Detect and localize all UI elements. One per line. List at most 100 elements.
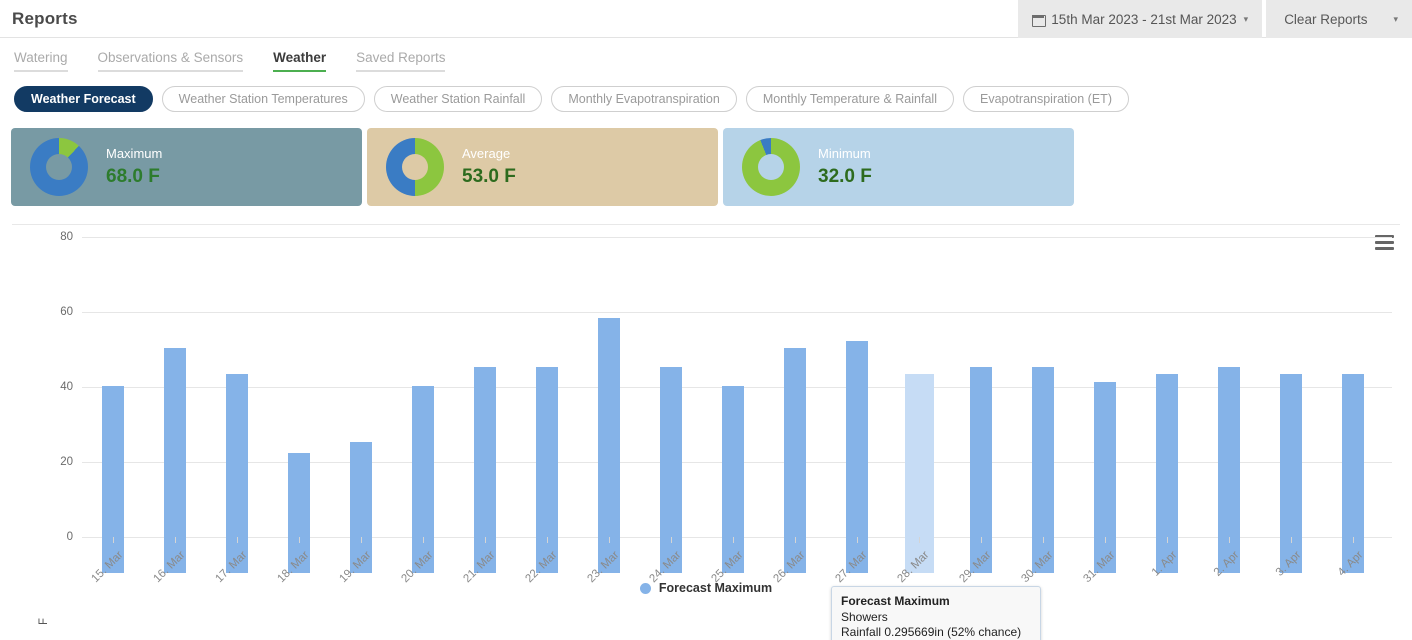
- summary-card-minimum: Minimum 32.0 F: [723, 128, 1074, 206]
- bar-column[interactable]: [888, 273, 950, 573]
- legend-label: Forecast Maximum: [658, 581, 773, 595]
- bar[interactable]: [1156, 374, 1178, 573]
- y-axis-tick-label: 80: [60, 231, 73, 243]
- donut-chart-minimum: [742, 138, 800, 196]
- date-range-label: 15th Mar 2023 - 21st Mar 2023: [1051, 11, 1237, 27]
- summary-card-label: Minimum: [818, 146, 871, 161]
- x-axis-tick: [795, 537, 796, 543]
- bar[interactable]: [598, 318, 620, 573]
- x-axis-tick: [919, 537, 920, 543]
- bar[interactable]: [102, 385, 124, 573]
- x-axis-tick: [175, 537, 176, 543]
- x-axis-tick: [113, 537, 114, 543]
- chevron-down-icon: ▾: [1393, 13, 1398, 24]
- summary-card-label: Average: [462, 146, 511, 161]
- bar-column[interactable]: [1198, 273, 1260, 573]
- summary-card-value: 32.0 F: [818, 166, 872, 187]
- tab-saved-reports[interactable]: Saved Reports: [356, 50, 446, 72]
- tab-weather[interactable]: Weather: [273, 50, 327, 72]
- x-axis-tick: [423, 537, 424, 543]
- x-axis-tick: [1043, 537, 1044, 543]
- x-axis-tick: [857, 537, 858, 543]
- bar-column[interactable]: [516, 273, 578, 573]
- bar-column[interactable]: [764, 273, 826, 573]
- bar-column[interactable]: [1322, 273, 1384, 573]
- x-axis-tick: [671, 537, 672, 543]
- chart-tooltip: Forecast Maximum Showers Rainfall 0.29566…: [831, 586, 1041, 640]
- y-axis-tick-label: 20: [60, 456, 73, 468]
- x-axis-tick: [299, 537, 300, 543]
- summary-card-value: 53.0 F: [462, 166, 516, 187]
- y-axis-tick-label: 0: [66, 531, 73, 543]
- summary-card-average: Average 53.0 F: [367, 128, 718, 206]
- bar-column[interactable]: [950, 273, 1012, 573]
- tooltip-line: Showers: [841, 610, 888, 624]
- pill-weather-forecast[interactable]: Weather Forecast: [14, 86, 153, 112]
- bar[interactable]: [1094, 381, 1116, 573]
- bar-column[interactable]: [1074, 273, 1136, 573]
- x-axis-tick: [361, 537, 362, 543]
- donut-chart-average: [386, 138, 444, 196]
- pill-weather-station-temperatures[interactable]: Weather Station Temperatures: [161, 86, 365, 112]
- gridline: [82, 237, 1392, 238]
- bar-series: [82, 273, 1392, 573]
- bar-column[interactable]: [1012, 273, 1074, 573]
- x-axis-tick: [1105, 537, 1106, 543]
- bar-column[interactable]: [640, 273, 702, 573]
- pill-monthly-temperature-rainfall[interactable]: Monthly Temperature & Rainfall: [745, 86, 954, 112]
- calendar-icon: [1032, 13, 1047, 27]
- bar[interactable]: [226, 374, 248, 573]
- y-axis-tick-label: 60: [60, 306, 73, 318]
- x-axis-tick: [1291, 537, 1292, 543]
- bar-column[interactable]: [392, 273, 454, 573]
- bar-column[interactable]: [82, 273, 144, 573]
- summary-card-value: 68.0 F: [106, 166, 160, 187]
- bar[interactable]: [904, 374, 934, 573]
- bar-column[interactable]: [144, 273, 206, 573]
- y-axis-tick-label: 40: [60, 381, 73, 393]
- bar-column[interactable]: [330, 273, 392, 573]
- x-axis-tick: [981, 537, 982, 543]
- report-type-pills: Weather Forecast Weather Station Temperat…: [0, 72, 1412, 112]
- plot-area: 0 20 40 60 80 15. Mar 16. Mar 17. Mar 18. Mar 19…: [60, 231, 1392, 585]
- page-title: Reports: [12, 8, 78, 28]
- clear-reports-label: Clear Reports: [1284, 11, 1368, 27]
- x-axis-tick: [1167, 537, 1168, 543]
- tooltip-title: Forecast Maximum: [841, 594, 950, 608]
- x-axis-tick: [485, 537, 486, 543]
- bar-column[interactable]: [826, 273, 888, 573]
- bar-column[interactable]: [1136, 273, 1198, 573]
- bar[interactable]: [722, 385, 744, 573]
- summary-card-maximum: Maximum 68.0 F: [11, 128, 362, 206]
- tab-watering[interactable]: Watering: [14, 50, 68, 72]
- pill-monthly-evapotranspiration[interactable]: Monthly Evapotranspiration: [551, 86, 737, 112]
- donut-chart-maximum: [30, 138, 88, 196]
- header-actions: 15th Mar 2023 - 21st Mar 2023 ▾ Clear Re…: [1018, 0, 1412, 38]
- pill-evapotranspiration-et[interactable]: Evapotranspiration (ET): [962, 86, 1129, 112]
- bar[interactable]: [412, 385, 434, 573]
- bar-column[interactable]: [454, 273, 516, 573]
- chart-legend[interactable]: Forecast Maximum: [12, 581, 1400, 595]
- bar-column[interactable]: [1260, 273, 1322, 573]
- legend-color-swatch: [639, 582, 651, 594]
- bar-column[interactable]: [206, 273, 268, 573]
- x-axis-tick: [1229, 537, 1230, 543]
- bar[interactable]: [1342, 374, 1364, 573]
- summary-cards: Maximum 68.0 F Average 53.0 F Minimum 32.0 F: [0, 112, 1412, 206]
- pill-weather-station-rainfall[interactable]: Weather Station Rainfall: [373, 86, 543, 112]
- x-axis-tick: [237, 537, 238, 543]
- clear-reports-button[interactable]: Clear Reports ▾: [1266, 0, 1412, 38]
- date-range-picker[interactable]: 15th Mar 2023 - 21st Mar 2023 ▾: [1018, 0, 1263, 38]
- tab-observations-sensors[interactable]: Observations & Sensors: [97, 50, 244, 72]
- x-axis-tick: [547, 537, 548, 543]
- bar-column[interactable]: [578, 273, 640, 573]
- chevron-down-icon: ▾: [1243, 13, 1249, 24]
- bar-column[interactable]: [268, 273, 330, 573]
- summary-card-label: Maximum: [106, 146, 163, 161]
- bar[interactable]: [1280, 374, 1302, 573]
- report-tabs: Watering Observations & Sensors Weather Sav…: [0, 38, 1412, 72]
- page-header: Reports 15th Mar 2023 - 21st Mar 2023 ▾ …: [0, 0, 1412, 38]
- bar-column[interactable]: [702, 273, 764, 573]
- tooltip-line: Rainfall 0.295669in (52% chance): [841, 625, 1022, 639]
- y-axis-label: F: [38, 617, 50, 625]
